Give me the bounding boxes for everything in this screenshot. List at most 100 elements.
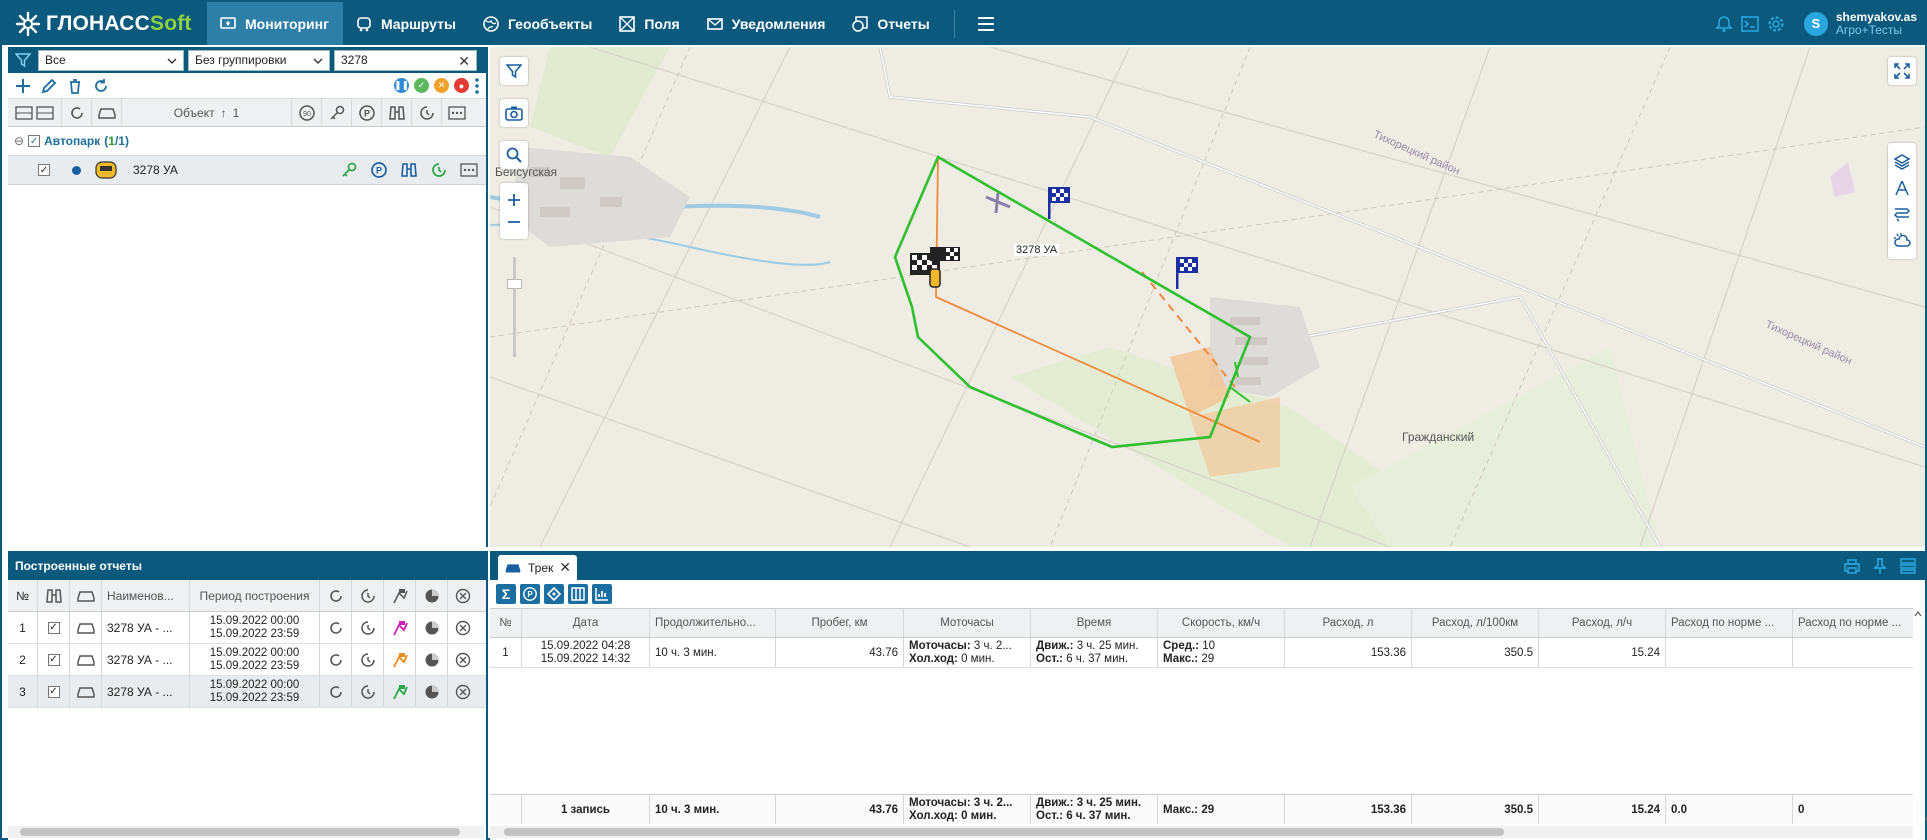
sum-button[interactable]: Σ (496, 584, 516, 604)
track-vertical-scrollbar[interactable] (1913, 608, 1927, 824)
pause-status-icon[interactable]: ❚❚ (394, 78, 409, 93)
refresh-icon[interactable] (92, 77, 110, 95)
nav-reports[interactable]: Отчеты (839, 2, 943, 45)
logo[interactable]: ГЛОНАССSoft (2, 2, 207, 45)
map-canvas[interactable] (490, 47, 1925, 547)
object-row[interactable]: ✓ 3278 УА P (8, 155, 486, 185)
layout-icon[interactable] (1899, 557, 1917, 575)
user-info[interactable]: shemyakov.as Агро+Тесты (1836, 10, 1917, 37)
tab-track[interactable]: Трек ✕ (498, 555, 577, 580)
chart-button[interactable] (592, 584, 612, 604)
zoom-out-icon[interactable] (506, 211, 522, 233)
shape-button[interactable] (544, 584, 564, 604)
route-flag-icon[interactable] (391, 619, 409, 637)
reports-horizontal-scrollbar[interactable] (8, 826, 484, 838)
zoom-slider-handle[interactable] (507, 279, 522, 289)
track-table-row[interactable]: 1 15.09.2022 04:28 15.09.2022 14:32 10 ч.… (490, 638, 1913, 668)
column-object[interactable]: Объект ↑ 1 (122, 98, 292, 127)
col-period[interactable]: Период построения (190, 580, 320, 611)
object-search-input[interactable]: 3278 ✕ (334, 49, 477, 71)
column-toggle[interactable] (8, 98, 62, 127)
column-track[interactable] (382, 98, 412, 127)
history-icon[interactable] (359, 683, 377, 701)
column-refresh[interactable] (62, 98, 92, 127)
zoom-in-icon[interactable] (506, 189, 522, 211)
gear-icon[interactable] (1766, 14, 1786, 34)
warning-status-icon[interactable]: ✕ (434, 78, 449, 93)
vehicle-label[interactable]: 3278 УА (1014, 244, 1060, 256)
layers-icon[interactable] (1893, 153, 1911, 171)
route-flag-icon[interactable] (391, 651, 409, 669)
map-screenshot-button[interactable] (500, 99, 528, 127)
scroll-thumb[interactable] (20, 828, 460, 836)
nav-monitoring[interactable]: Мониторинг (207, 2, 343, 45)
map-filter-button[interactable] (500, 57, 528, 85)
close-circle-icon[interactable] (455, 652, 471, 668)
ok-status-icon[interactable]: ✓ (414, 78, 429, 93)
history-icon[interactable] (359, 651, 377, 669)
col-history[interactable] (352, 580, 384, 611)
weather-icon[interactable] (1893, 231, 1911, 249)
filter-icon[interactable] (12, 49, 34, 71)
col-track[interactable] (38, 580, 70, 611)
track-horizontal-scrollbar[interactable] (490, 826, 1913, 838)
terminal-icon[interactable] (1740, 14, 1760, 34)
history-icon[interactable] (430, 161, 448, 179)
report-row[interactable]: 3 ✓ 3278 УА - ... 15.09.2022 00:00 15.09.… (8, 676, 486, 708)
report-row[interactable]: 1 ✓ 3278 УА - ... 15.09.2022 00:00 15.09.… (8, 612, 486, 644)
pie-chart-icon[interactable] (424, 684, 440, 700)
col-delete[interactable] (448, 580, 478, 611)
status-filter-select[interactable]: Все (38, 49, 184, 71)
nav-notifications[interactable]: Уведомления (694, 2, 840, 45)
menu-button[interactable] (965, 16, 1009, 32)
pin-icon[interactable] (1871, 557, 1889, 575)
key-icon[interactable] (340, 161, 358, 179)
grouping-select[interactable]: Без группировки (188, 49, 330, 71)
close-circle-icon[interactable] (455, 684, 471, 700)
column-car[interactable] (92, 98, 122, 127)
col-rebuild[interactable] (320, 580, 352, 611)
report-checkbox[interactable]: ✓ (47, 621, 60, 634)
nav-fields[interactable]: Поля (606, 2, 693, 45)
refresh-icon[interactable] (328, 684, 344, 700)
edit-icon[interactable] (40, 77, 58, 95)
col-route[interactable] (384, 580, 416, 611)
clear-search-icon[interactable]: ✕ (458, 53, 470, 70)
map-search-button[interactable] (500, 141, 528, 169)
fullscreen-button[interactable] (1888, 57, 1916, 85)
report-checkbox[interactable]: ✓ (47, 653, 60, 666)
lock-status-icon[interactable]: ● (454, 78, 469, 93)
avatar[interactable]: S (1803, 11, 1828, 36)
col-car[interactable] (70, 580, 102, 611)
refresh-icon[interactable] (328, 652, 344, 668)
chevron-down-icon[interactable] (1923, 814, 1927, 824)
collapse-icon[interactable]: ⊖ (14, 134, 24, 148)
print-icon[interactable] (1843, 557, 1861, 575)
columns-button[interactable] (568, 584, 588, 604)
close-tab-icon[interactable]: ✕ (559, 559, 571, 576)
refresh-icon[interactable] (328, 620, 344, 636)
pie-chart-icon[interactable] (424, 620, 440, 636)
scroll-thumb[interactable] (504, 828, 1504, 836)
column-parking[interactable]: P (352, 98, 382, 127)
pie-chart-icon[interactable] (424, 652, 440, 668)
history-icon[interactable] (359, 619, 377, 637)
more-horizontal-icon[interactable] (460, 163, 478, 177)
nav-routes[interactable]: Маршруты (343, 2, 470, 45)
parking-icon[interactable]: P (370, 161, 388, 179)
route-icon[interactable] (1893, 205, 1911, 223)
trash-icon[interactable] (66, 77, 84, 95)
column-speed[interactable]: 90 (292, 98, 322, 127)
nav-geoobjects[interactable]: Геообъекты (470, 2, 606, 45)
close-circle-icon[interactable] (455, 620, 471, 636)
group-checkbox[interactable]: ✓ (28, 135, 41, 147)
report-row[interactable]: 2 ✓ 3278 УА - ... 15.09.2022 00:00 15.09.… (8, 644, 486, 676)
group-row-autopark[interactable]: ⊖ ✓ Автопарк (1/1) (8, 127, 486, 155)
map-view[interactable]: Бейсугская Гражданский Тихорецкий район … (490, 47, 1925, 547)
binoculars-icon[interactable] (400, 161, 418, 179)
add-icon[interactable] (14, 77, 32, 95)
more-vertical-icon[interactable] (474, 77, 480, 95)
route-flag-icon[interactable] (391, 683, 409, 701)
parking-button[interactable]: P (520, 584, 540, 604)
bell-icon[interactable] (1714, 14, 1734, 34)
